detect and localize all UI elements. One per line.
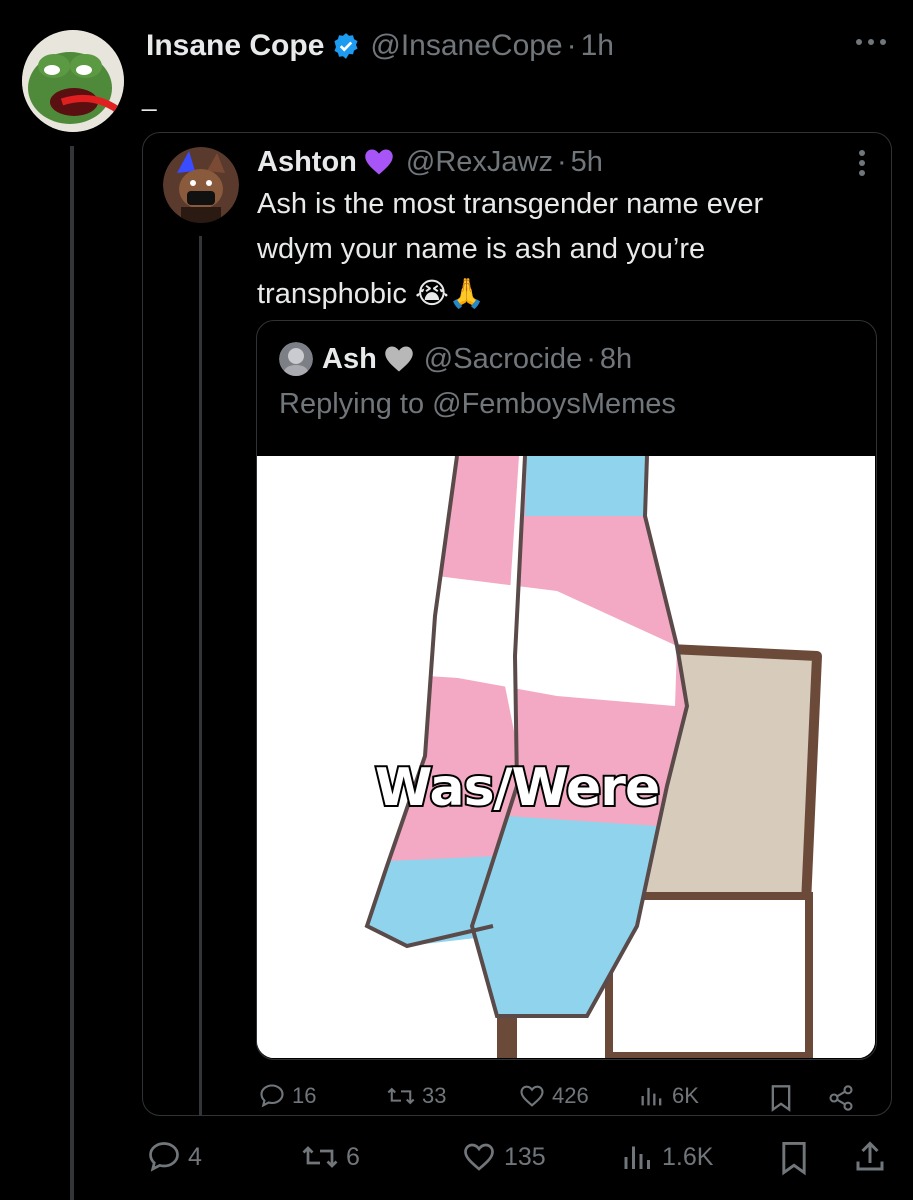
avatar-rexjawz[interactable] xyxy=(163,147,239,223)
reply-icon xyxy=(146,1139,182,1175)
repost-count: 6 xyxy=(346,1142,360,1171)
display-name[interactable]: Ashton xyxy=(257,146,357,179)
purple-heart-icon xyxy=(364,148,394,176)
replying-to[interactable]: Replying to @FemboysMemes xyxy=(279,388,676,421)
views-button[interactable]: 1.6K xyxy=(620,1139,713,1175)
bookmark-icon[interactable] xyxy=(778,1140,810,1176)
main-tweet-text: _ xyxy=(142,82,157,112)
like-icon xyxy=(460,1139,498,1175)
time-separator: · xyxy=(556,145,567,178)
share-icon[interactable] xyxy=(852,1138,888,1176)
display-name[interactable]: Insane Cope xyxy=(146,29,324,63)
like-button-quote[interactable]: 426 xyxy=(518,1082,589,1110)
grey-heart-icon xyxy=(384,345,414,373)
handle[interactable]: @InsaneCope xyxy=(370,29,562,63)
like-button[interactable]: 135 xyxy=(460,1139,546,1175)
timestamp[interactable]: 1h xyxy=(581,29,614,63)
reply-count: 4 xyxy=(188,1142,202,1171)
text-line-with-emoji: transphobic 😭🙏 xyxy=(257,278,485,310)
like-icon xyxy=(518,1082,546,1110)
like-count: 135 xyxy=(504,1142,546,1171)
more-icon[interactable] xyxy=(852,145,872,181)
text-line: Ash is the most transgender name ever xyxy=(257,188,764,220)
meme-image[interactable]: Was/Were xyxy=(257,456,875,1058)
repost-icon xyxy=(300,1139,340,1175)
reply-button-quote[interactable]: 16 xyxy=(258,1082,316,1110)
timestamp[interactable]: 8h xyxy=(600,343,632,376)
thread-line-main xyxy=(70,146,74,1200)
views-icon xyxy=(638,1082,666,1110)
nested-quote-header: Ash @Sacrocide · 8h xyxy=(322,341,632,377)
timestamp[interactable]: 5h xyxy=(571,146,603,179)
time-separator: · xyxy=(566,29,577,62)
emoji: 😭🙏 xyxy=(415,278,485,310)
repost-button-quote[interactable]: 33 xyxy=(386,1082,446,1110)
reply-icon xyxy=(258,1082,286,1110)
handle[interactable]: @RexJawz xyxy=(406,146,553,179)
like-count: 426 xyxy=(552,1083,589,1108)
more-icon[interactable] xyxy=(851,32,891,52)
avatar-insanecope[interactable] xyxy=(22,30,124,132)
reply-count: 16 xyxy=(292,1083,317,1108)
text-line: wdym your name is ash and you’re xyxy=(257,233,706,265)
quoted-tweet-text: Ash is the most transgender name ever wd… xyxy=(257,182,877,317)
views-count: 1.6K xyxy=(662,1142,714,1171)
quoted-tweet-header: Ashton @RexJawz · 5h xyxy=(257,144,603,180)
views-count: 6K xyxy=(672,1083,699,1108)
views-button-quote[interactable]: 6K xyxy=(638,1082,699,1110)
display-name[interactable]: Ash xyxy=(322,343,377,376)
time-separator: · xyxy=(586,342,596,375)
bookmark-icon[interactable] xyxy=(768,1084,794,1112)
verified-icon xyxy=(332,32,360,60)
reply-button[interactable]: 4 xyxy=(146,1139,202,1175)
meme-caption: Was/Were xyxy=(373,756,662,820)
repost-count: 33 xyxy=(422,1083,447,1108)
repost-button[interactable]: 6 xyxy=(300,1139,360,1175)
main-tweet-header: Insane Cope @InsaneCope · 1h xyxy=(146,26,614,66)
share-icon[interactable] xyxy=(826,1084,856,1112)
avatar-sacrocide[interactable] xyxy=(279,342,313,376)
thread-line-quote xyxy=(199,236,202,1116)
views-icon xyxy=(620,1139,656,1175)
handle[interactable]: @Sacrocide xyxy=(424,343,582,376)
repost-icon xyxy=(386,1082,416,1110)
